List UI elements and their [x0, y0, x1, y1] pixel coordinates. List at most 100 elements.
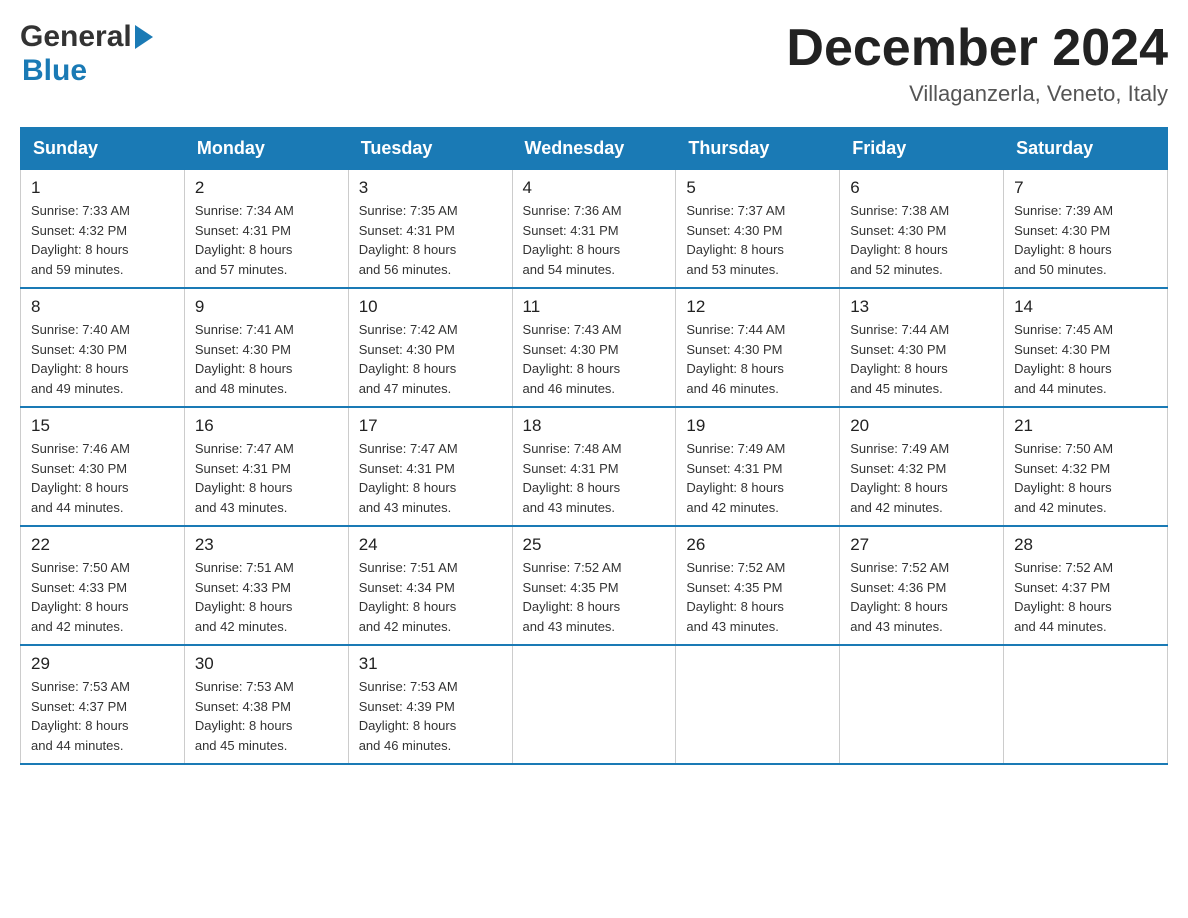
day-number: 31	[359, 654, 502, 674]
logo-arrow-icon	[135, 25, 153, 49]
day-number: 19	[686, 416, 829, 436]
day-info: Sunrise: 7:51 AM Sunset: 4:34 PM Dayligh…	[359, 558, 502, 636]
day-info: Sunrise: 7:39 AM Sunset: 4:30 PM Dayligh…	[1014, 201, 1157, 279]
day-info: Sunrise: 7:50 AM Sunset: 4:33 PM Dayligh…	[31, 558, 174, 636]
day-info: Sunrise: 7:47 AM Sunset: 4:31 PM Dayligh…	[195, 439, 338, 517]
calendar-week-2: 8 Sunrise: 7:40 AM Sunset: 4:30 PM Dayli…	[21, 288, 1168, 407]
col-header-friday: Friday	[840, 128, 1004, 170]
day-info: Sunrise: 7:44 AM Sunset: 4:30 PM Dayligh…	[850, 320, 993, 398]
day-number: 10	[359, 297, 502, 317]
day-number: 9	[195, 297, 338, 317]
day-number: 11	[523, 297, 666, 317]
day-number: 16	[195, 416, 338, 436]
calendar-day-3: 3 Sunrise: 7:35 AM Sunset: 4:31 PM Dayli…	[348, 170, 512, 289]
calendar-day-28: 28 Sunrise: 7:52 AM Sunset: 4:37 PM Dayl…	[1004, 526, 1168, 645]
calendar-week-4: 22 Sunrise: 7:50 AM Sunset: 4:33 PM Dayl…	[21, 526, 1168, 645]
calendar-day-13: 13 Sunrise: 7:44 AM Sunset: 4:30 PM Dayl…	[840, 288, 1004, 407]
calendar-day-5: 5 Sunrise: 7:37 AM Sunset: 4:30 PM Dayli…	[676, 170, 840, 289]
day-info: Sunrise: 7:38 AM Sunset: 4:30 PM Dayligh…	[850, 201, 993, 279]
day-info: Sunrise: 7:35 AM Sunset: 4:31 PM Dayligh…	[359, 201, 502, 279]
day-info: Sunrise: 7:49 AM Sunset: 4:31 PM Dayligh…	[686, 439, 829, 517]
col-header-saturday: Saturday	[1004, 128, 1168, 170]
day-info: Sunrise: 7:51 AM Sunset: 4:33 PM Dayligh…	[195, 558, 338, 636]
day-number: 29	[31, 654, 174, 674]
day-info: Sunrise: 7:40 AM Sunset: 4:30 PM Dayligh…	[31, 320, 174, 398]
day-number: 14	[1014, 297, 1157, 317]
calendar-day-9: 9 Sunrise: 7:41 AM Sunset: 4:30 PM Dayli…	[184, 288, 348, 407]
calendar-day-8: 8 Sunrise: 7:40 AM Sunset: 4:30 PM Dayli…	[21, 288, 185, 407]
calendar-day-29: 29 Sunrise: 7:53 AM Sunset: 4:37 PM Dayl…	[21, 645, 185, 764]
calendar-day-14: 14 Sunrise: 7:45 AM Sunset: 4:30 PM Dayl…	[1004, 288, 1168, 407]
calendar-day-26: 26 Sunrise: 7:52 AM Sunset: 4:35 PM Dayl…	[676, 526, 840, 645]
calendar-day-7: 7 Sunrise: 7:39 AM Sunset: 4:30 PM Dayli…	[1004, 170, 1168, 289]
col-header-thursday: Thursday	[676, 128, 840, 170]
calendar-day-23: 23 Sunrise: 7:51 AM Sunset: 4:33 PM Dayl…	[184, 526, 348, 645]
calendar-day-25: 25 Sunrise: 7:52 AM Sunset: 4:35 PM Dayl…	[512, 526, 676, 645]
day-info: Sunrise: 7:50 AM Sunset: 4:32 PM Dayligh…	[1014, 439, 1157, 517]
day-number: 7	[1014, 178, 1157, 198]
day-info: Sunrise: 7:42 AM Sunset: 4:30 PM Dayligh…	[359, 320, 502, 398]
calendar-empty-cell	[512, 645, 676, 764]
day-info: Sunrise: 7:44 AM Sunset: 4:30 PM Dayligh…	[686, 320, 829, 398]
day-info: Sunrise: 7:45 AM Sunset: 4:30 PM Dayligh…	[1014, 320, 1157, 398]
calendar-empty-cell	[840, 645, 1004, 764]
day-number: 13	[850, 297, 993, 317]
calendar-day-21: 21 Sunrise: 7:50 AM Sunset: 4:32 PM Dayl…	[1004, 407, 1168, 526]
day-number: 8	[31, 297, 174, 317]
day-info: Sunrise: 7:41 AM Sunset: 4:30 PM Dayligh…	[195, 320, 338, 398]
calendar-day-17: 17 Sunrise: 7:47 AM Sunset: 4:31 PM Dayl…	[348, 407, 512, 526]
calendar-day-24: 24 Sunrise: 7:51 AM Sunset: 4:34 PM Dayl…	[348, 526, 512, 645]
logo-general: General	[20, 20, 132, 54]
day-number: 23	[195, 535, 338, 555]
day-info: Sunrise: 7:52 AM Sunset: 4:35 PM Dayligh…	[686, 558, 829, 636]
day-number: 27	[850, 535, 993, 555]
day-number: 25	[523, 535, 666, 555]
day-info: Sunrise: 7:46 AM Sunset: 4:30 PM Dayligh…	[31, 439, 174, 517]
day-number: 12	[686, 297, 829, 317]
location-subtitle: Villaganzerla, Veneto, Italy	[786, 81, 1168, 107]
day-number: 30	[195, 654, 338, 674]
calendar-day-27: 27 Sunrise: 7:52 AM Sunset: 4:36 PM Dayl…	[840, 526, 1004, 645]
day-number: 1	[31, 178, 174, 198]
day-info: Sunrise: 7:48 AM Sunset: 4:31 PM Dayligh…	[523, 439, 666, 517]
logo-blue: Blue	[22, 54, 153, 88]
day-number: 21	[1014, 416, 1157, 436]
day-info: Sunrise: 7:49 AM Sunset: 4:32 PM Dayligh…	[850, 439, 993, 517]
day-number: 2	[195, 178, 338, 198]
title-block: December 2024 Villaganzerla, Veneto, Ita…	[786, 20, 1168, 107]
calendar-week-1: 1 Sunrise: 7:33 AM Sunset: 4:32 PM Dayli…	[21, 170, 1168, 289]
calendar-day-6: 6 Sunrise: 7:38 AM Sunset: 4:30 PM Dayli…	[840, 170, 1004, 289]
day-info: Sunrise: 7:52 AM Sunset: 4:36 PM Dayligh…	[850, 558, 993, 636]
day-info: Sunrise: 7:37 AM Sunset: 4:30 PM Dayligh…	[686, 201, 829, 279]
col-header-tuesday: Tuesday	[348, 128, 512, 170]
calendar-day-22: 22 Sunrise: 7:50 AM Sunset: 4:33 PM Dayl…	[21, 526, 185, 645]
calendar-day-2: 2 Sunrise: 7:34 AM Sunset: 4:31 PM Dayli…	[184, 170, 348, 289]
calendar-table: SundayMondayTuesdayWednesdayThursdayFrid…	[20, 127, 1168, 765]
calendar-day-15: 15 Sunrise: 7:46 AM Sunset: 4:30 PM Dayl…	[21, 407, 185, 526]
calendar-empty-cell	[1004, 645, 1168, 764]
calendar-day-20: 20 Sunrise: 7:49 AM Sunset: 4:32 PM Dayl…	[840, 407, 1004, 526]
day-info: Sunrise: 7:53 AM Sunset: 4:37 PM Dayligh…	[31, 677, 174, 755]
day-number: 18	[523, 416, 666, 436]
calendar-day-19: 19 Sunrise: 7:49 AM Sunset: 4:31 PM Dayl…	[676, 407, 840, 526]
page-header: General Blue December 2024 Villaganzerla…	[20, 20, 1168, 107]
day-info: Sunrise: 7:36 AM Sunset: 4:31 PM Dayligh…	[523, 201, 666, 279]
day-info: Sunrise: 7:43 AM Sunset: 4:30 PM Dayligh…	[523, 320, 666, 398]
day-number: 24	[359, 535, 502, 555]
col-header-sunday: Sunday	[21, 128, 185, 170]
calendar-day-10: 10 Sunrise: 7:42 AM Sunset: 4:30 PM Dayl…	[348, 288, 512, 407]
day-info: Sunrise: 7:47 AM Sunset: 4:31 PM Dayligh…	[359, 439, 502, 517]
day-number: 26	[686, 535, 829, 555]
calendar-day-1: 1 Sunrise: 7:33 AM Sunset: 4:32 PM Dayli…	[21, 170, 185, 289]
day-number: 4	[523, 178, 666, 198]
day-info: Sunrise: 7:33 AM Sunset: 4:32 PM Dayligh…	[31, 201, 174, 279]
day-info: Sunrise: 7:53 AM Sunset: 4:38 PM Dayligh…	[195, 677, 338, 755]
calendar-empty-cell	[676, 645, 840, 764]
calendar-day-31: 31 Sunrise: 7:53 AM Sunset: 4:39 PM Dayl…	[348, 645, 512, 764]
day-info: Sunrise: 7:52 AM Sunset: 4:35 PM Dayligh…	[523, 558, 666, 636]
day-number: 22	[31, 535, 174, 555]
day-number: 28	[1014, 535, 1157, 555]
day-info: Sunrise: 7:53 AM Sunset: 4:39 PM Dayligh…	[359, 677, 502, 755]
calendar-day-30: 30 Sunrise: 7:53 AM Sunset: 4:38 PM Dayl…	[184, 645, 348, 764]
day-number: 3	[359, 178, 502, 198]
